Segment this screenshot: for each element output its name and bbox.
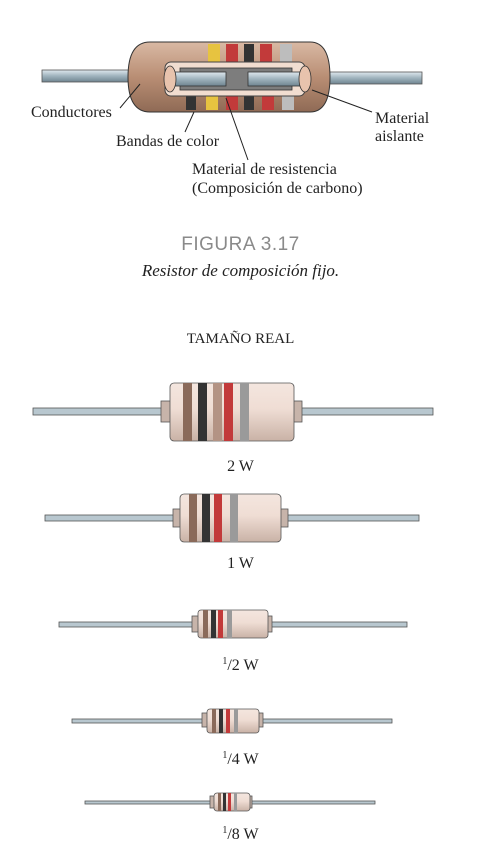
label-1w: 1 W: [227, 555, 254, 572]
label-quarter-w: 1/4 W: [222, 750, 259, 768]
resistor-quarter-w: [71, 708, 393, 734]
resistor-2w: [32, 382, 434, 442]
label-half-w: 1/2 W: [222, 656, 259, 674]
label-2w: 2 W: [227, 458, 254, 475]
resistor-half-w: [58, 609, 408, 639]
label-eighth-w: 1/8 W: [222, 825, 259, 843]
resistor-1w: [44, 493, 420, 543]
resistor-eighth-w: [84, 792, 376, 812]
resistor-sizes: [32, 382, 434, 812]
